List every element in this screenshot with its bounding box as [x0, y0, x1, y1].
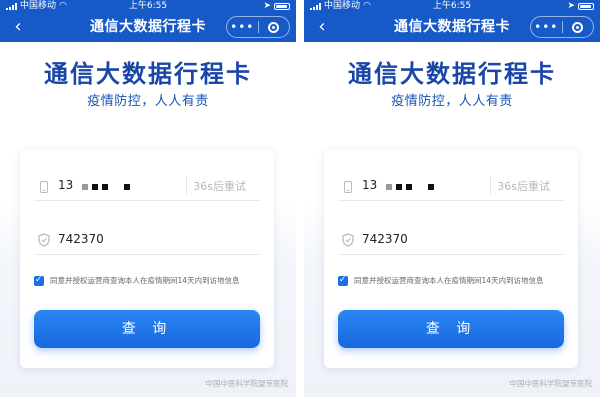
- query-button[interactable]: 查 询: [34, 310, 260, 348]
- phone-value: 13: [362, 178, 378, 192]
- mask-block: [102, 184, 108, 190]
- resend-countdown[interactable]: 36s后重试: [193, 178, 246, 194]
- page-subtitle: 疫情防控，人人有责: [87, 94, 209, 109]
- agreement-row: 同意并授权运营商查询本人在疫情期间14天内到访地信息: [338, 274, 568, 290]
- page-title: 通信大数据行程卡: [348, 60, 556, 88]
- verification-code-field[interactable]: 742370: [338, 230, 564, 255]
- phone-value: 13: [58, 178, 74, 192]
- phone-field[interactable]: 13 36s后重试: [34, 176, 260, 201]
- more-button[interactable]: •••: [531, 17, 562, 37]
- mask-block: [92, 184, 98, 190]
- agreement-row: 同意并授权运营商查询本人在疫情期间14天内到访地信息: [34, 274, 264, 290]
- field-divider: [490, 176, 491, 194]
- phone-icon: [40, 181, 48, 193]
- status-time: 上午6:55: [128, 1, 168, 11]
- query-button[interactable]: 查 询: [338, 310, 564, 348]
- status-bar: 中国移动 ◠ 上午6:55 ➤: [304, 0, 600, 12]
- field-divider: [186, 176, 187, 194]
- agreement-text: 同意并授权运营商查询本人在疫情期间14天内到访地信息: [354, 276, 544, 285]
- screenshot-panel-left: 中国移动 ◠ 上午6:55 ➤ ‹ 通信大数据行程卡 ••• 通信大数据行程卡 …: [0, 0, 296, 397]
- more-button[interactable]: •••: [227, 17, 258, 37]
- close-button[interactable]: [563, 21, 594, 33]
- shield-icon: [38, 233, 50, 247]
- screenshot-panel-right: 中国移动 ◠ 上午6:55 ➤ ‹ 通信大数据行程卡 ••• 通信大数据行程卡 …: [304, 0, 600, 397]
- panel-divider: [296, 0, 304, 397]
- query-card: 13 36s后重试 742370 同意并授权运营商查询本人在疫情期间14天内到访…: [20, 150, 274, 368]
- shield-icon: [342, 233, 354, 247]
- phone-field[interactable]: 13 36s后重试: [338, 176, 564, 201]
- mask-block: [124, 184, 130, 190]
- nav-bar: ‹ 通信大数据行程卡 •••: [304, 12, 600, 42]
- status-bar: 中国移动 ◠ 上午6:55 ➤: [0, 0, 296, 12]
- phone-icon: [344, 181, 352, 193]
- watermark: 中国中医科学院望京医院: [509, 379, 593, 388]
- miniprogram-capsule: •••: [226, 16, 290, 38]
- query-card: 13 36s后重试 742370 同意并授权运营商查询本人在疫情期间14天内到访…: [324, 150, 578, 368]
- agreement-checkbox[interactable]: [338, 274, 348, 286]
- page-title: 通信大数据行程卡: [44, 60, 252, 88]
- mask-block: [428, 184, 434, 190]
- status-time: 上午6:55: [432, 1, 472, 11]
- resend-countdown[interactable]: 36s后重试: [497, 178, 550, 194]
- battery-icon: [578, 2, 594, 10]
- miniprogram-capsule: •••: [530, 16, 594, 38]
- battery-icon: [274, 2, 290, 10]
- nav-bar: ‹ 通信大数据行程卡 •••: [0, 12, 296, 42]
- watermark: 中国中医科学院望京医院: [205, 379, 289, 388]
- verification-code-field[interactable]: 742370: [34, 230, 260, 255]
- page-subtitle: 疫情防控，人人有责: [391, 94, 513, 109]
- mask-block: [82, 184, 88, 190]
- mask-block: [396, 184, 402, 190]
- code-value: 742370: [58, 232, 104, 246]
- close-button[interactable]: [259, 21, 290, 33]
- location-icon: ➤: [567, 1, 575, 11]
- record-icon: [268, 21, 280, 33]
- mask-block: [406, 184, 412, 190]
- code-value: 742370: [362, 232, 408, 246]
- mask-block: [386, 184, 392, 190]
- agreement-text: 同意并授权运营商查询本人在疫情期间14天内到访地信息: [50, 276, 240, 285]
- location-icon: ➤: [263, 1, 271, 11]
- agreement-checkbox[interactable]: [34, 274, 44, 286]
- record-icon: [572, 21, 584, 33]
